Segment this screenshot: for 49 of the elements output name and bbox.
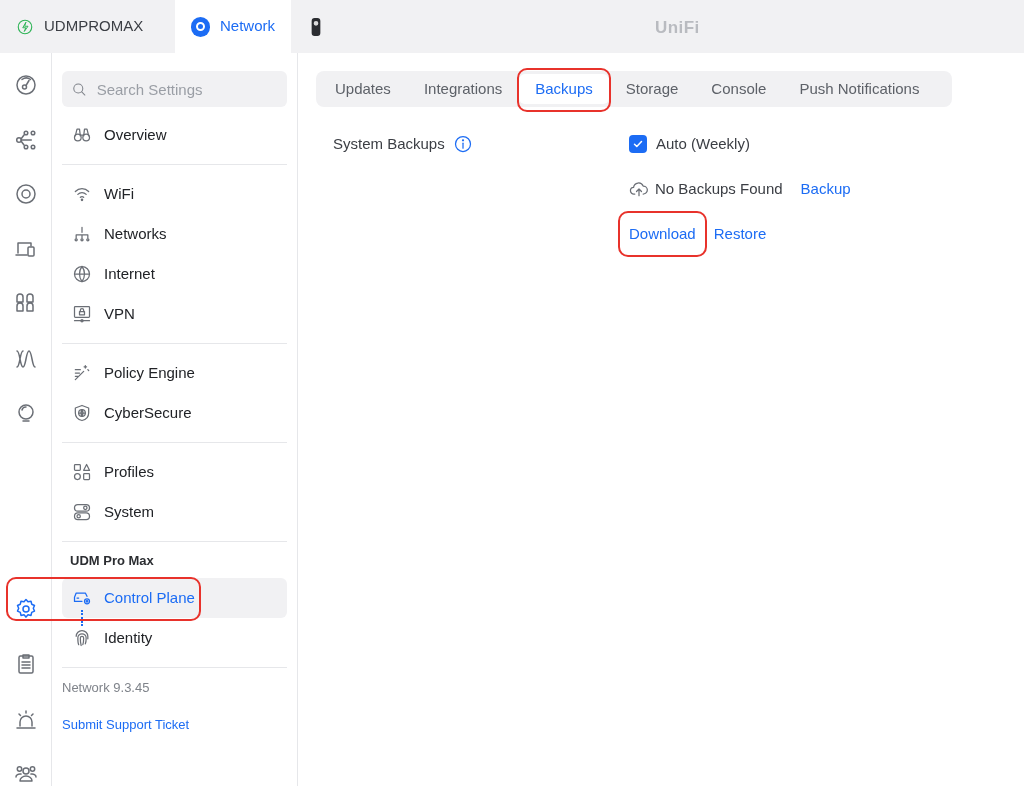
sidebar-item[interactable]: Profiles [62,452,287,492]
app-tab[interactable]: UDMPROMAX [0,0,175,53]
locked-monitor-icon [72,304,92,324]
settings-tab[interactable]: Updates [319,74,407,104]
cloud-upload-icon [629,179,649,199]
checkbox-label: Auto (Weekly) [656,133,750,154]
support-link[interactable]: Submit Support Ticket [62,715,190,735]
action-link[interactable]: Restore [713,225,767,242]
setting-label: System Backups [333,134,445,154]
settings-tab[interactable]: Integrations [407,74,519,104]
sidebar-item[interactable]: Identity [62,618,287,658]
sidebar-item[interactable]: WiFi [62,174,287,214]
section-heading: UDM Pro Max [69,552,155,571]
search-field[interactable]: Search Settings [62,71,287,107]
action-link[interactable]: Download [629,225,696,242]
dotted-connector-line [81,610,83,626]
globe-icon [72,264,92,284]
check-icon [632,138,644,150]
shapes-icon [72,462,92,482]
search-input[interactable]: Search Settings [96,71,278,107]
sidebar-item[interactable]: Networks [62,214,287,254]
checkbox[interactable] [629,135,647,153]
sidebar-item[interactable]: System [62,492,287,532]
bolt-icon [16,17,34,36]
sidebar-item[interactable]: Control Plane [62,578,287,618]
app-tab[interactable]: Network [175,0,291,53]
dashboard-icon [13,72,38,97]
alarm-icon [13,707,38,732]
settings-tab[interactable]: Console [695,74,783,104]
sidebar-item[interactable]: Internet [62,254,287,294]
status-text: No Backups Found [655,178,783,199]
sidebar-item[interactable]: VPN [62,294,287,334]
logo-text: UniFi [655,17,700,39]
shield-icon [72,403,92,423]
hierarchy-icon [72,224,92,244]
network-app-icon [191,16,210,37]
action-link[interactable]: Backup [800,180,851,197]
sidebar-item[interactable]: Policy Engine [62,353,287,393]
sidebar-item[interactable]: Overview [62,115,287,155]
info-button[interactable] [452,134,473,154]
magic-wand-icon [72,363,92,383]
toggles-icon [72,502,92,522]
target-icon [13,181,38,206]
settings-tab[interactable]: Backups [519,74,609,104]
settings-tab[interactable]: Push Notifications [783,74,936,104]
version-text: Network 9.3.45 [62,679,151,698]
settings-tab[interactable]: Storage [609,74,695,104]
sidebar-item[interactable]: CyberSecure [62,393,287,433]
info-icon [452,134,473,154]
